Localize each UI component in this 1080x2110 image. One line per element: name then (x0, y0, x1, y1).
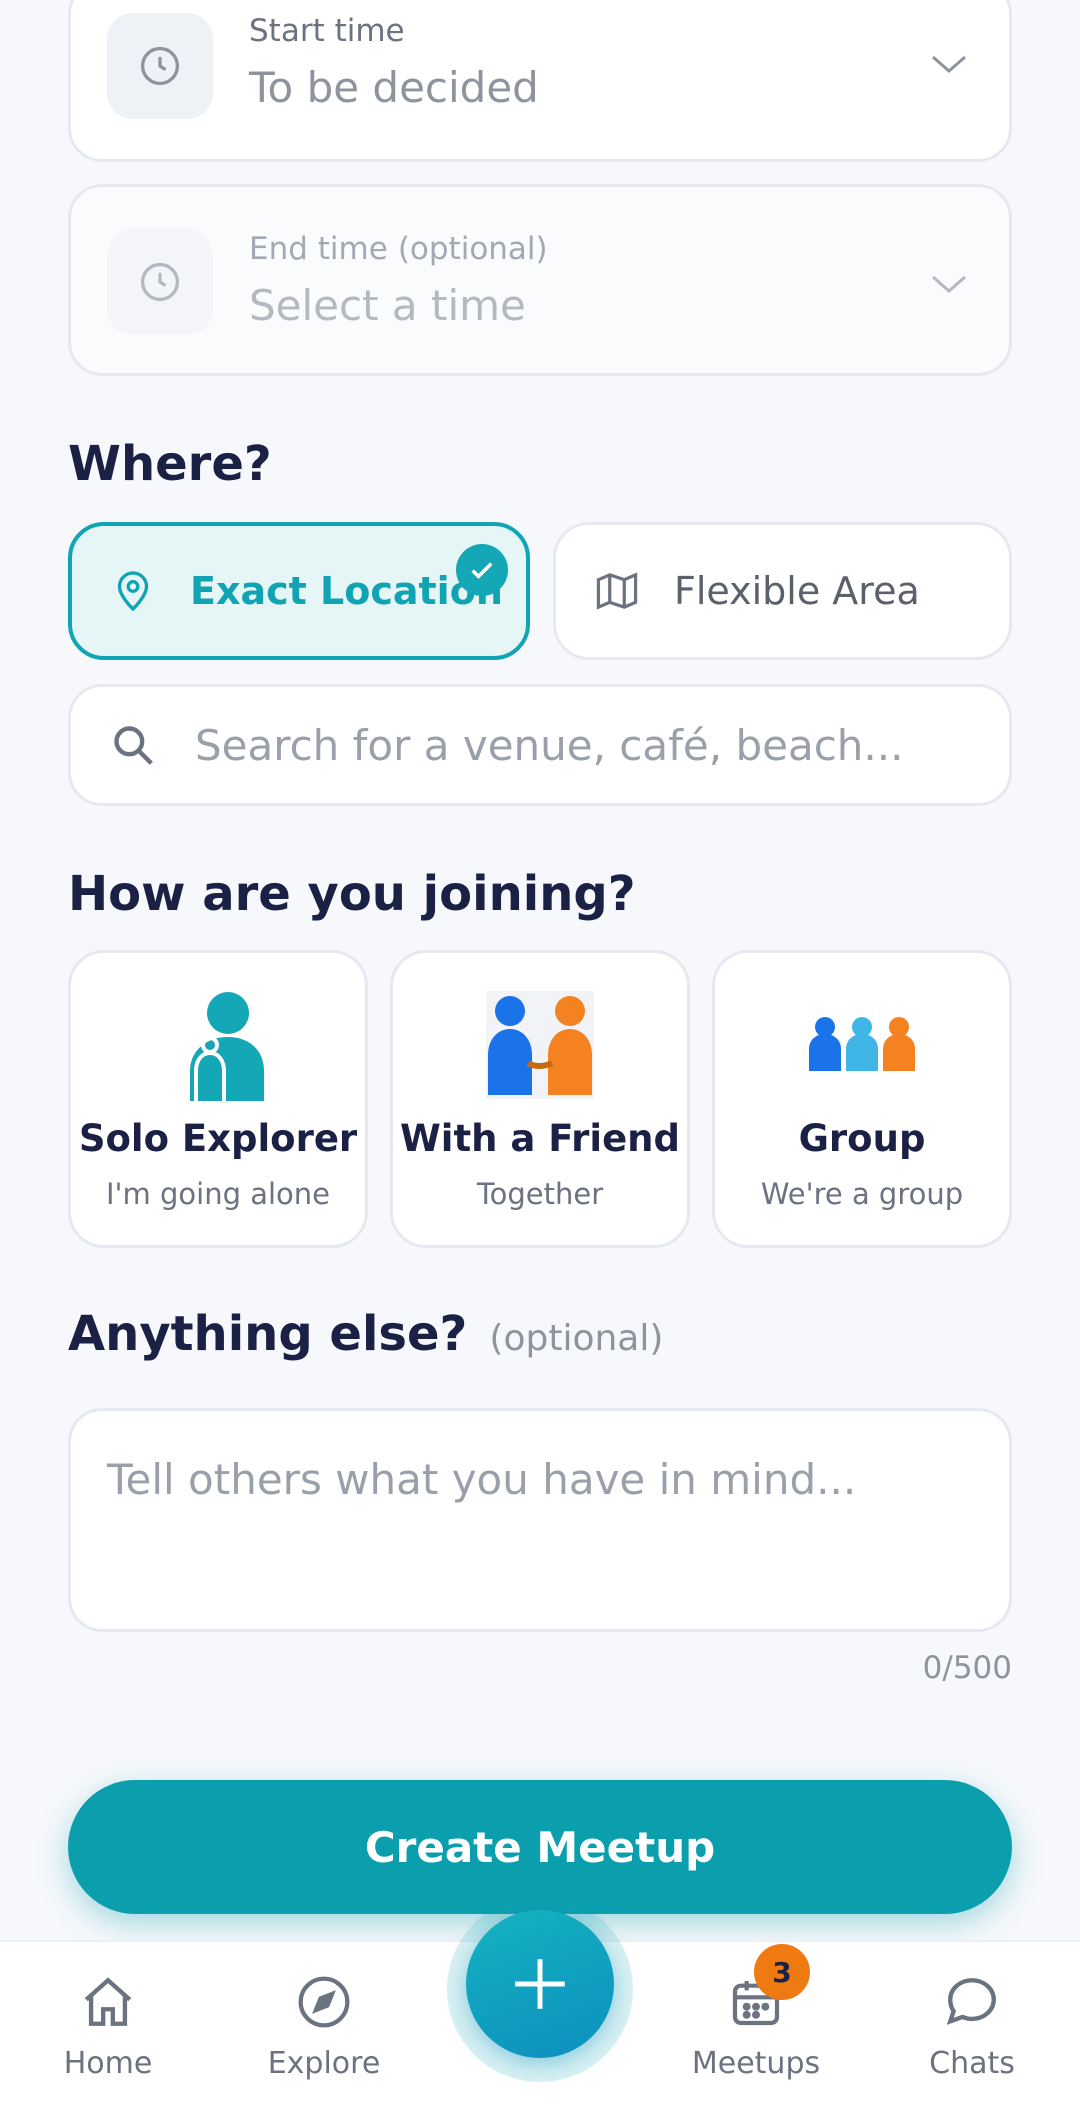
solo-explorer-title: Solo Explorer (78, 1117, 358, 1160)
plus-icon (515, 1959, 565, 2009)
clock-icon-box (107, 229, 213, 335)
end-time-label: End time (optional) (249, 231, 548, 267)
notes-textarea[interactable]: Tell others what you have in mind... (68, 1408, 1012, 1632)
map-icon (596, 570, 638, 612)
search-icon (109, 721, 157, 769)
solo-person-icon (71, 989, 365, 1101)
clock-icon-box (107, 13, 213, 119)
start-time-label: Start time (249, 13, 405, 49)
solo-explorer-option[interactable]: Solo Explorer I'm going alone (68, 950, 368, 1248)
check-icon (456, 544, 508, 596)
end-time-placeholder: Select a time (249, 281, 526, 330)
with-a-friend-option[interactable]: With a Friend Together (390, 950, 690, 1248)
group-icon (715, 989, 1009, 1101)
optional-tag: (optional) (397, 231, 548, 267)
chat-bubble-icon (892, 1970, 1052, 2034)
compass-icon (244, 1970, 404, 2034)
venue-search-input[interactable]: Search for a venue, café, beach... (68, 684, 1012, 806)
with-a-friend-subtitle: Together (476, 1177, 604, 1211)
clock-icon (140, 262, 180, 302)
joining-title: How are you joining? (68, 866, 636, 922)
chevron-down-icon (929, 45, 969, 85)
clock-icon (140, 46, 180, 86)
exact-location-option[interactable]: Exact Location (68, 522, 530, 660)
nav-home[interactable]: Home (28, 1970, 188, 2090)
where-title: Where? (68, 436, 272, 492)
nav-explore[interactable]: Explore (244, 1970, 404, 2090)
optional-tag: (optional) (489, 1318, 664, 1359)
notes-title-text: Anything else? (68, 1306, 468, 1362)
group-option[interactable]: Group We're a group (712, 950, 1012, 1248)
flexible-area-option[interactable]: Flexible Area (553, 522, 1012, 660)
add-meetup-fab[interactable] (466, 1910, 614, 2058)
start-time-value: To be decided (249, 63, 539, 112)
with-a-friend-title: With a Friend (399, 1117, 680, 1160)
group-subtitle: We're a group (760, 1177, 964, 1211)
group-title: Group (798, 1117, 926, 1160)
nav-chats[interactable]: Chats (892, 1970, 1052, 2090)
flexible-area-label: Flexible Area (674, 569, 920, 613)
end-time-label-text: End time (249, 231, 388, 267)
solo-explorer-subtitle: I'm going alone (106, 1177, 330, 1211)
home-icon (28, 1970, 188, 2034)
search-placeholder: Search for a venue, café, beach... (195, 720, 904, 770)
nav-home-label: Home (63, 2046, 153, 2081)
nav-chats-label: Chats (929, 2046, 1015, 2081)
notes-title: Anything else? (optional) (68, 1306, 663, 1362)
map-pin-icon (112, 570, 154, 612)
nav-meetups[interactable]: Meetups (676, 1970, 836, 2090)
meetups-badge: 3 (754, 1944, 810, 2000)
nav-meetups-label: Meetups (691, 2046, 821, 2081)
start-time-select[interactable]: Start time To be decided (68, 0, 1012, 162)
end-time-select[interactable]: End time (optional) Select a time (68, 184, 1012, 376)
nav-explore-label: Explore (267, 2046, 381, 2081)
two-friends-icon (393, 989, 687, 1101)
create-meetup-button[interactable]: Create Meetup (68, 1780, 1012, 1914)
notes-placeholder: Tell others what you have in mind... (107, 1455, 857, 1504)
chevron-down-icon (929, 265, 969, 305)
character-counter: 0/500 (922, 1650, 1012, 1686)
